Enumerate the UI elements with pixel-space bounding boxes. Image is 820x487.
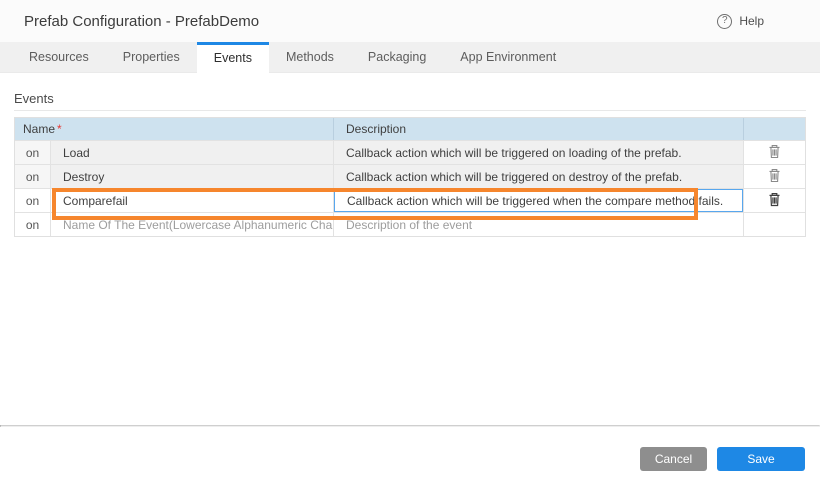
section-divider xyxy=(14,110,806,111)
help-label: Help xyxy=(739,14,764,28)
event-description-input[interactable] xyxy=(334,189,743,212)
tab-events[interactable]: Events xyxy=(197,42,269,72)
events-panel: Events Name * Description on Load Callba… xyxy=(0,91,820,237)
table-row-new: on xyxy=(15,212,805,236)
required-marker: * xyxy=(57,122,62,136)
table-row: on Destroy Callback action which will be… xyxy=(15,164,805,188)
event-prefix: on xyxy=(15,141,51,164)
tab-app-environment[interactable]: App Environment xyxy=(443,42,573,72)
help-button[interactable]: ? Help xyxy=(717,14,764,29)
footer-divider xyxy=(0,425,820,427)
section-title: Events xyxy=(14,91,806,106)
event-name-cell xyxy=(51,189,333,212)
new-event-name-input[interactable] xyxy=(51,213,333,236)
tab-bar: Resources Properties Events Methods Pack… xyxy=(0,42,820,73)
tab-packaging[interactable]: Packaging xyxy=(351,42,443,72)
row-actions-cell xyxy=(743,165,805,188)
column-header-actions xyxy=(743,118,805,140)
dialog-header: Prefab Configuration - PrefabDemo ? Help xyxy=(0,0,820,42)
delete-row-button[interactable] xyxy=(766,142,783,164)
page-title: Prefab Configuration - PrefabDemo xyxy=(24,13,259,30)
delete-row-button[interactable] xyxy=(766,190,783,212)
event-name-cell[interactable]: Destroy xyxy=(51,165,333,188)
dialog-footer: Cancel Save xyxy=(640,447,805,471)
event-prefix: on xyxy=(15,165,51,188)
row-actions-cell xyxy=(743,213,805,236)
event-prefix: on xyxy=(15,189,51,212)
event-name-cell[interactable]: Load xyxy=(51,141,333,164)
trash-icon xyxy=(768,144,781,162)
events-table: Name * Description on Load Callback acti… xyxy=(14,117,806,237)
event-name-cell xyxy=(51,213,333,236)
tab-methods[interactable]: Methods xyxy=(269,42,351,72)
event-name-input[interactable] xyxy=(51,189,333,212)
tab-resources[interactable]: Resources xyxy=(12,42,106,72)
trash-icon xyxy=(768,192,781,210)
save-button[interactable]: Save xyxy=(717,447,805,471)
column-header-description: Description xyxy=(333,118,743,140)
event-description-cell xyxy=(333,213,743,236)
event-description-cell[interactable]: Callback action which will be triggered … xyxy=(333,165,743,188)
tab-properties[interactable]: Properties xyxy=(106,42,197,72)
cancel-button[interactable]: Cancel xyxy=(640,447,707,471)
help-question-icon: ? xyxy=(717,14,732,29)
delete-row-button[interactable] xyxy=(766,166,783,188)
table-row-editing: on xyxy=(15,188,805,212)
column-header-name: Name * xyxy=(15,118,333,140)
table-row: on Load Callback action which will be tr… xyxy=(15,140,805,164)
row-actions-cell xyxy=(743,141,805,164)
new-event-description-input[interactable] xyxy=(334,213,743,236)
table-header-row: Name * Description xyxy=(15,118,805,140)
row-actions-cell xyxy=(743,189,805,212)
trash-icon xyxy=(768,168,781,186)
event-description-cell[interactable]: Callback action which will be triggered … xyxy=(333,141,743,164)
event-prefix: on xyxy=(15,213,51,236)
event-description-cell xyxy=(333,189,743,212)
